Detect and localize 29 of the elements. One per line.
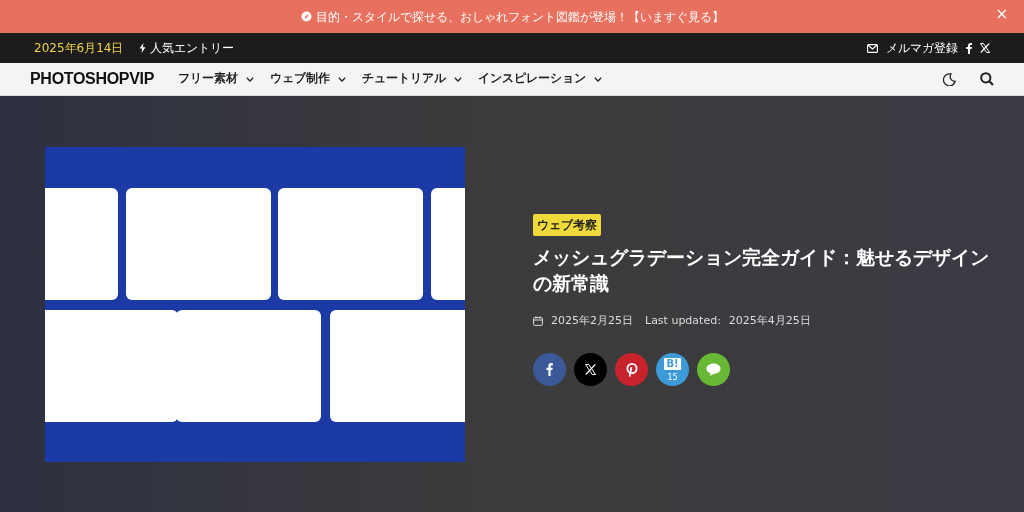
caret-icon bbox=[454, 76, 463, 82]
search-icon[interactable] bbox=[980, 72, 994, 86]
mail-icon bbox=[867, 43, 878, 53]
nav-menu-item[interactable]: チュートリアル bbox=[362, 70, 463, 88]
x-logo-icon bbox=[585, 364, 596, 376]
category-tag[interactable]: ウェブ考察 bbox=[533, 213, 601, 236]
article-title: メッシュグラデーション完全ガイド：魅せるデザインの新常識 bbox=[533, 244, 990, 297]
moon-icon[interactable] bbox=[943, 72, 956, 86]
publish-date: 2025年2月25日 bbox=[551, 312, 633, 329]
caret-icon bbox=[594, 76, 603, 82]
x-logo-icon[interactable] bbox=[980, 43, 990, 53]
caret-icon bbox=[246, 76, 255, 82]
updated-date: 2025年4月25日 bbox=[728, 312, 811, 329]
nav-menu-item[interactable]: フリー素材 bbox=[178, 70, 255, 88]
facebook-icon[interactable] bbox=[966, 42, 972, 54]
pinterest-icon bbox=[625, 362, 638, 377]
newsletter-link[interactable]: メルマガ登録 bbox=[867, 39, 958, 57]
nav-menu-item[interactable]: ウェブ制作 bbox=[270, 70, 347, 88]
calendar-icon bbox=[533, 316, 543, 327]
updated-label: Last updated: bbox=[645, 312, 721, 329]
caret-icon bbox=[338, 76, 347, 82]
lightning-icon bbox=[139, 43, 147, 53]
compass-icon bbox=[300, 11, 312, 22]
nav-menu-item[interactable]: インスピレーション bbox=[478, 70, 603, 88]
popular-link[interactable]: 人気エントリー bbox=[139, 39, 235, 57]
speech-bubble-icon bbox=[706, 363, 721, 377]
date-text: 2025年6月14日 bbox=[34, 40, 124, 57]
site-logo[interactable]: PHOTOSHOPVIP bbox=[30, 67, 155, 91]
facebook-icon bbox=[546, 363, 553, 377]
